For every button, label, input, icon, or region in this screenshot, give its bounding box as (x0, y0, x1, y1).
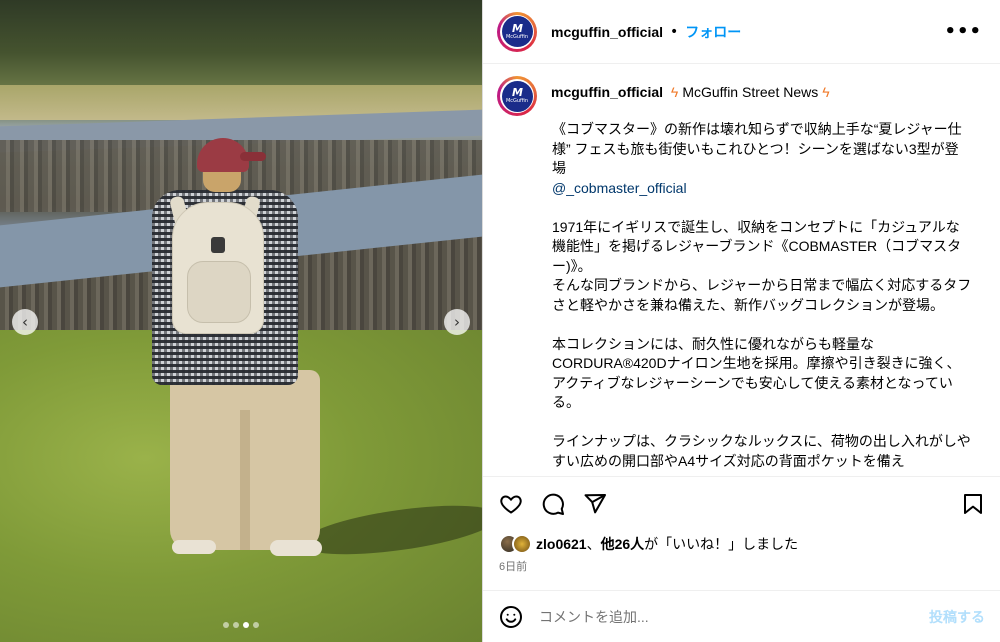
pants (170, 370, 320, 550)
liker-avatar[interactable] (512, 534, 532, 554)
likes-summary: zlo0621、他26人が「いいね！」しました (499, 534, 798, 554)
brand-logo-text: McGuffin (505, 98, 529, 104)
post-photo[interactable]: ‹ › (0, 0, 482, 642)
save-button[interactable] (961, 492, 985, 520)
likes-separator: 、 (586, 536, 601, 552)
lightning-icon: ϟ (822, 84, 830, 100)
caption-paragraph: ラインナップは、クラシックなルックスに、荷物の出し入れがしやすい広めの開口部やA… (552, 433, 971, 469)
backpack (172, 202, 264, 334)
likes-text: zlo0621、他26人が「いいね！」しました (536, 534, 798, 554)
liker-username[interactable]: zlo0621 (536, 536, 587, 552)
comment-bar: 投稿する (483, 590, 1000, 642)
carousel-next-button[interactable]: › (444, 309, 470, 335)
post-date[interactable]: 6日前 (499, 558, 527, 574)
comment-button[interactable] (541, 492, 565, 520)
bookmark-icon (964, 494, 982, 514)
caption-title: McGuffin Street News (682, 84, 819, 100)
avatar-ring-inner: M McGuffin (500, 79, 534, 113)
caption-header: M McGuffin mcguffin_official ϟ McGuffin S… (483, 64, 1000, 116)
like-button[interactable] (499, 492, 523, 520)
brand-logo-mark: M (512, 86, 523, 99)
avatar-ring-inner: M McGuffin (500, 14, 534, 49)
follow-button[interactable]: フォロー (685, 22, 741, 42)
carousel-prev-button[interactable]: ‹ (12, 309, 38, 335)
post-comment-button[interactable]: 投稿する (929, 607, 985, 627)
likes-suffix: が「いいね！」しました (644, 536, 799, 552)
mention-link[interactable]: @_cobmaster_official (552, 180, 687, 196)
carousel-indicator (0, 622, 482, 628)
carousel-dot (253, 622, 259, 628)
cap-brim (240, 152, 266, 161)
share-button[interactable] (583, 492, 607, 520)
heart-icon (500, 495, 522, 514)
caption-body: 《コブマスター》の新作は壊れ知らずで収納上手な“夏レジャー仕様” フェスも旅も街… (552, 120, 972, 476)
brand-logo-mark: M (512, 21, 523, 35)
carousel-dot (223, 622, 229, 628)
comment-input[interactable] (539, 608, 899, 625)
carousel-dot (233, 622, 239, 628)
brand-logo-text: McGuffin (505, 33, 529, 40)
brand-logo: M McGuffin (501, 16, 533, 47)
caption-avatar[interactable]: M McGuffin (497, 76, 537, 116)
post-detail-panel: M McGuffin mcguffin_official • フォロー ••• … (482, 0, 1000, 642)
caption-paragraph: 本コレクションには、耐久性に優れながらも軽量なCORDURA®420Dナイロン生… (552, 335, 961, 411)
emoji-icon (500, 605, 522, 628)
shoe (172, 540, 216, 554)
send-icon (584, 494, 606, 514)
caption-text: 《コブマスター》の新作は壊れ知らずで収納上手な“夏レジャー仕様” フェスも旅も街… (552, 121, 962, 176)
caption-username[interactable]: mcguffin_official (551, 84, 663, 100)
likes-others-link[interactable]: 他26人 (601, 536, 645, 552)
avatar[interactable]: M McGuffin (497, 11, 537, 52)
background-trees (0, 0, 482, 95)
shoe (270, 540, 322, 556)
more-horizontal-icon[interactable]: ••• (944, 21, 982, 42)
comment-icon (542, 493, 564, 515)
caption-paragraph: 《コブマスター》の新作は壊れ知らずで収納上手な“夏レジャー仕様” フェスも旅も街… (552, 120, 972, 198)
action-bar (483, 478, 1000, 530)
chevron-right-icon: › (454, 313, 460, 331)
lightning-icon: ϟ (670, 84, 679, 100)
caption-paragraph: 1971年にイギリスで誕生し、収納をコンセプトに「カジュアルな機能性」を掲げるレ… (552, 218, 972, 313)
separator-dot: • (670, 23, 679, 40)
caption-title-line: mcguffin_official ϟ McGuffin Street News ϟ (551, 83, 834, 116)
emoji-button[interactable] (499, 605, 523, 629)
header-username[interactable]: mcguffin_official (551, 24, 663, 40)
brand-logo: M McGuffin (501, 80, 533, 112)
carousel-dot (243, 622, 249, 628)
caption-scroll-area[interactable]: M McGuffin mcguffin_official ϟ McGuffin S… (483, 64, 1000, 477)
post-header: M McGuffin mcguffin_official • フォロー ••• (483, 0, 1000, 64)
chevron-left-icon: ‹ (22, 313, 28, 331)
